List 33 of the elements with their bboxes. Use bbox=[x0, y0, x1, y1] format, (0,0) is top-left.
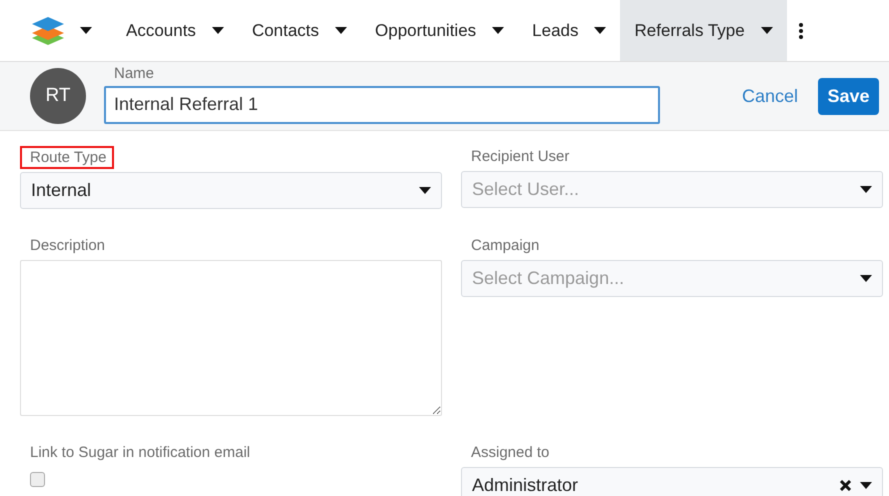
caret-icon bbox=[80, 27, 92, 34]
caret-icon bbox=[594, 27, 606, 34]
avatar: RT bbox=[30, 68, 86, 124]
field-label: Link to Sugar in notification email bbox=[29, 444, 250, 462]
more-icon[interactable] bbox=[798, 22, 803, 38]
save-button[interactable]: Save bbox=[818, 78, 880, 114]
dropdown-field[interactable]: Internal bbox=[20, 172, 442, 209]
field-label: Assigned to bbox=[470, 444, 550, 462]
nav-tab[interactable]: Leads bbox=[518, 0, 620, 61]
caret-icon bbox=[860, 482, 872, 489]
field-label: Campaign bbox=[470, 237, 540, 255]
caret-icon bbox=[419, 187, 431, 194]
field-label: Name bbox=[113, 64, 156, 82]
cancel-button[interactable]: Cancel bbox=[742, 82, 798, 110]
caret-icon bbox=[860, 186, 872, 193]
caret-icon bbox=[860, 275, 872, 282]
description-field[interactable] bbox=[20, 260, 442, 416]
nav-tab[interactable]: Opportunities bbox=[361, 0, 518, 61]
clear-icon[interactable] bbox=[840, 480, 851, 491]
checkbox[interactable] bbox=[30, 472, 45, 487]
caret-icon bbox=[760, 27, 773, 34]
nav-tab[interactable]: Contacts bbox=[238, 0, 362, 61]
field-label: Recipient User bbox=[470, 148, 570, 166]
nav-tab[interactable]: Referrals Type bbox=[620, 0, 787, 61]
caret-icon bbox=[212, 27, 224, 34]
caret-icon bbox=[335, 27, 348, 34]
field-label: Route Type bbox=[22, 148, 112, 167]
nav-tab[interactable]: Accounts bbox=[112, 0, 238, 61]
dropdown-field[interactable]: Administrator bbox=[461, 467, 883, 496]
logo-icon bbox=[32, 16, 64, 44]
field-label: Description bbox=[29, 237, 106, 255]
name-field[interactable]: Internal Referral 1 bbox=[104, 86, 660, 124]
caret-icon bbox=[492, 27, 504, 34]
